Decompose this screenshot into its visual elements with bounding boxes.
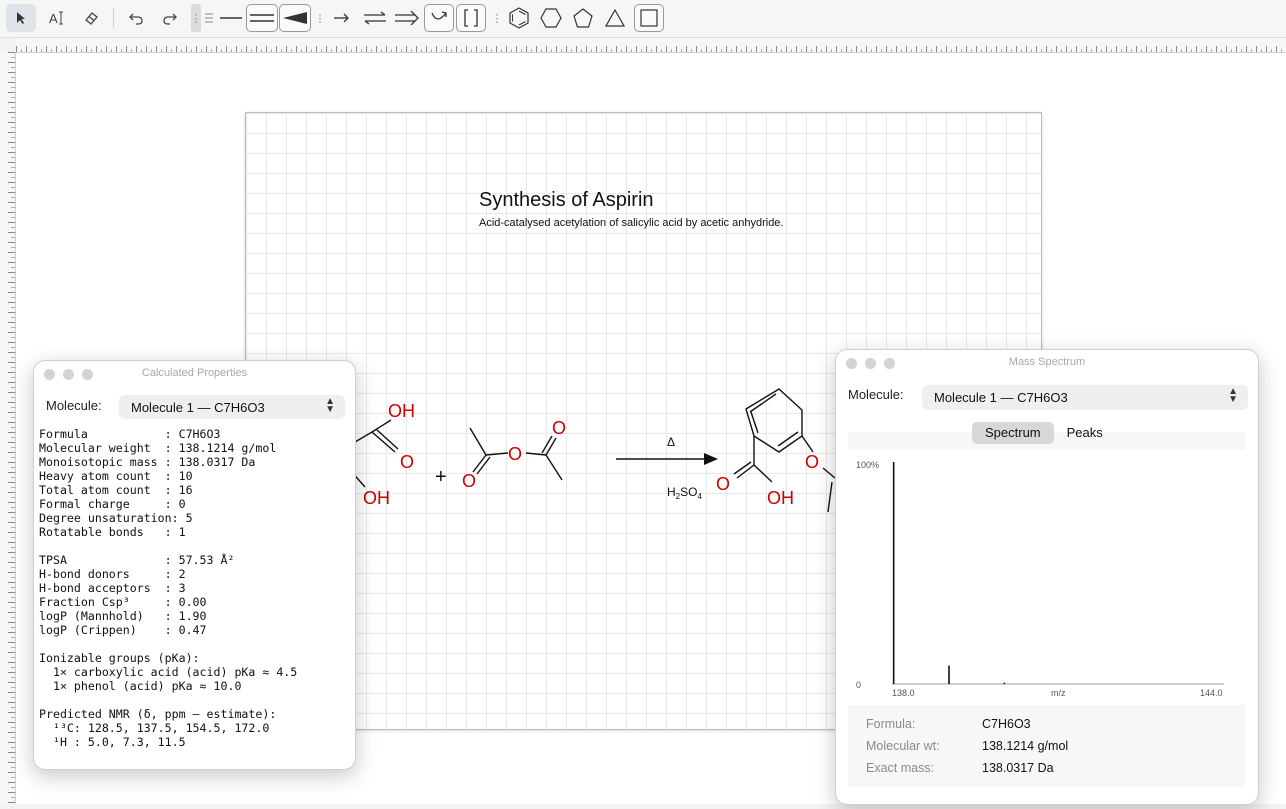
calculated-properties-window[interactable]: Calculated Properties Molecule: Molecule… (33, 360, 356, 770)
salicylic-acid-structure[interactable] (349, 419, 399, 488)
x-axis-label: m/z (1051, 688, 1066, 698)
info-value: 138.0317 Da (982, 761, 1054, 775)
x-tick-max: 144.0 (1200, 688, 1223, 698)
atom-oh[interactable]: OH (388, 401, 415, 421)
condition-catalyst[interactable]: H2SO4 (667, 485, 702, 501)
info-value: C7H6O3 (982, 717, 1031, 731)
atom-o[interactable]: O (716, 474, 730, 494)
chevron-updown-icon: ▲ ▼ (325, 396, 335, 415)
atom-oh[interactable]: OH (767, 488, 794, 508)
plus-sign[interactable]: + (435, 466, 447, 488)
properties-text[interactable]: Formula : C7H6O3 Molecular weight : 138.… (39, 427, 297, 749)
chevron-updown-icon: ▲ ▼ (1228, 386, 1238, 405)
info-key: Exact mass: (866, 761, 935, 775)
window-titlebar[interactable]: Calculated Properties (34, 361, 355, 387)
molecule-label: Molecule: (46, 398, 102, 413)
molecule-label: Molecule: (848, 387, 904, 402)
atom-o[interactable]: O (508, 444, 522, 464)
atom-o[interactable]: O (805, 452, 819, 472)
reaction-arrow[interactable] (616, 453, 718, 465)
mass-spectrum-window[interactable]: Mass Spectrum Molecule: Molecule 1 — C7H… (835, 349, 1259, 805)
y-tick-0: 0 (856, 680, 861, 690)
tab-spectrum[interactable]: Spectrum (972, 422, 1054, 444)
y-tick-100: 100% (856, 460, 879, 470)
info-key: Molecular wt: (866, 739, 940, 753)
condition-heat[interactable]: Δ (667, 435, 675, 449)
spectrum-info: Formula: C7H6O3 Molecular wt: 138.1214 g… (866, 717, 1246, 787)
mass-spectrum-chart[interactable]: 100% 0 138.0 m/z 144.0 (848, 450, 1245, 705)
atom-o[interactable]: O (552, 418, 566, 438)
molecule-select[interactable]: Molecule 1 — C7H6O3 ▲ ▼ (922, 385, 1248, 410)
window-titlebar[interactable]: Mass Spectrum (836, 350, 1258, 376)
molecule-select[interactable]: Molecule 1 — C7H6O3 ▲ ▼ (119, 395, 345, 419)
x-tick-min: 138.0 (892, 688, 915, 698)
molecule-select-value: Molecule 1 — C7H6O3 (934, 390, 1068, 405)
info-value: 138.1214 g/mol (982, 739, 1069, 753)
tab-peaks[interactable]: Peaks (1054, 422, 1116, 444)
view-tabs[interactable]: Spectrum Peaks (972, 422, 1116, 444)
atom-oh[interactable]: OH (363, 488, 390, 508)
window-title: Mass Spectrum (1008, 356, 1086, 368)
info-key: Formula: (866, 717, 916, 731)
atom-o[interactable]: O (400, 452, 414, 472)
window-title: Calculated Properties (141, 367, 248, 379)
molecule-select-value: Molecule 1 — C7H6O3 (131, 399, 265, 415)
atom-o[interactable]: O (462, 471, 476, 491)
